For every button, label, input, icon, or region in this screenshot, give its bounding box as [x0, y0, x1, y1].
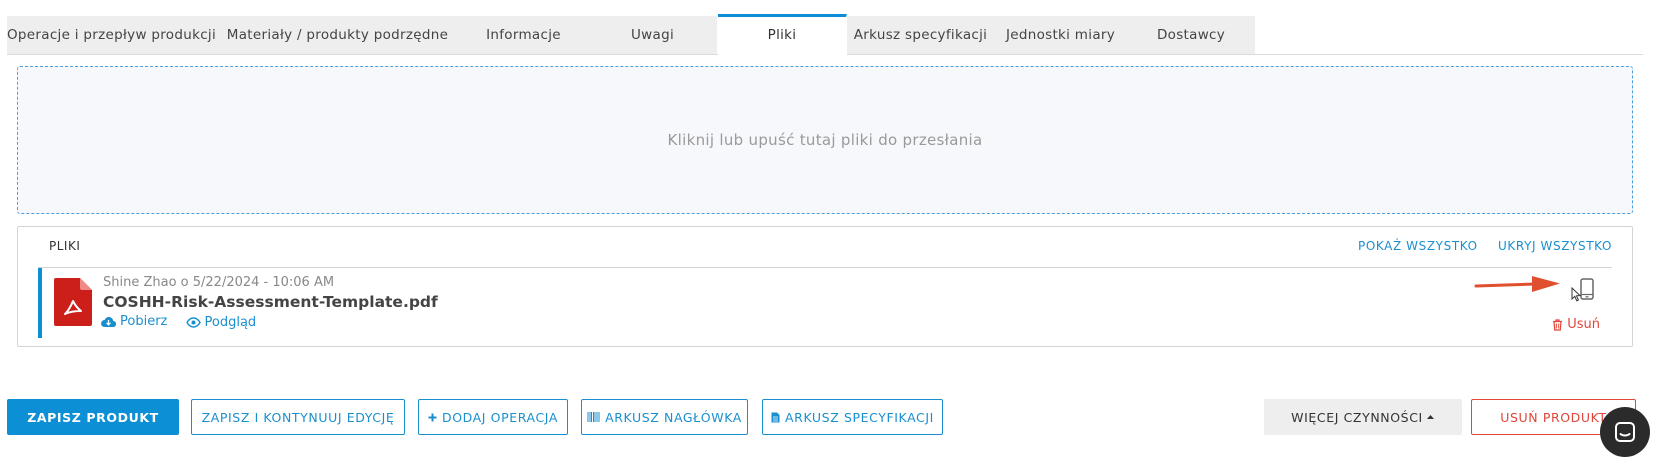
more-actions-label: WIĘCEJ CZYNNOŚCI	[1291, 409, 1423, 425]
file-name: COSHH-Risk-Assessment-Template.pdf	[103, 293, 438, 311]
tab-units[interactable]: Jednostki miary	[994, 16, 1128, 54]
pdf-icon	[54, 278, 92, 326]
chat-launcher-button[interactable]	[1600, 407, 1650, 457]
tab-suppliers[interactable]: Dostawcy	[1127, 16, 1256, 54]
tab-spec-sheet[interactable]: Arkusz specyfikacji	[847, 16, 995, 54]
trash-icon	[1553, 318, 1563, 331]
file-upload-dropzone[interactable]: Kliknij lub upuść tutaj pliki do przesła…	[17, 66, 1633, 214]
file-links: Pobierz Podgląd	[101, 314, 270, 332]
tab-materials[interactable]: Materiały / produkty podrzędne	[216, 16, 460, 54]
header-sheet-label: ARKUSZ NAGŁÓWKA	[605, 409, 742, 425]
preview-label: Podgląd	[204, 314, 257, 330]
save-continue-button[interactable]: ZAPISZ I KONTYNUUJ EDYCJĘ	[191, 399, 405, 435]
show-all-link[interactable]: POKAŻ WSZYSTKO	[1358, 239, 1478, 253]
tab-bar: Operacje i przepływ produkcji Materiały …	[7, 14, 1643, 55]
more-actions-button[interactable]: WIĘCEJ CZYNNOŚCI	[1264, 399, 1462, 435]
delete-file-button[interactable]: Usuń	[1552, 317, 1600, 332]
chat-icon	[1615, 422, 1635, 442]
hide-all-link[interactable]: UKRYJ WSZYSTKO	[1498, 239, 1612, 253]
tab-files[interactable]: Pliki	[718, 14, 847, 55]
save-product-button[interactable]: ZAPISZ PRODUKT	[7, 399, 179, 435]
preview-link[interactable]: Podgląd	[185, 314, 257, 330]
cloud-download-icon	[101, 316, 116, 327]
caret-up-icon	[1426, 415, 1434, 419]
plus-icon	[428, 413, 437, 421]
files-panel: PLIKI POKAŻ WSZYSTKO UKRYJ WSZYSTKO Shin…	[17, 226, 1633, 347]
eye-icon	[185, 316, 201, 328]
annotation-arrow-icon	[1474, 276, 1560, 292]
file-item: Shine Zhao o 5/22/2024 - 10:06 AM COSHH-…	[38, 268, 1612, 338]
file-meta: Shine Zhao o 5/22/2024 - 10:06 AM	[103, 275, 335, 290]
files-header: PLIKI POKAŻ WSZYSTKO UKRYJ WSZYSTKO	[38, 227, 1612, 268]
files-title: PLIKI	[49, 239, 81, 253]
mouse-cursor-icon	[1571, 287, 1581, 302]
spec-sheet-label: ARKUSZ SPECYFIKACJI	[785, 409, 934, 425]
delete-file-label: Usuń	[1567, 317, 1600, 332]
header-sheet-button[interactable]: ARKUSZ NAGŁÓWKA	[581, 399, 748, 435]
barcode-icon	[587, 412, 600, 422]
download-link[interactable]: Pobierz	[101, 314, 167, 329]
add-operation-label: DODAJ OPERACJA	[441, 409, 558, 425]
document-icon	[771, 412, 780, 422]
tab-information[interactable]: Informacje	[459, 16, 589, 54]
tab-notes[interactable]: Uwagi	[588, 16, 718, 54]
dropzone-text: Kliknij lub upuść tutaj pliki do przesła…	[667, 131, 983, 149]
tab-operations[interactable]: Operacje i przepływ produkcji	[7, 16, 217, 54]
download-label: Pobierz	[120, 314, 168, 329]
mobile-device-icon[interactable]	[1580, 278, 1594, 300]
spec-sheet-button[interactable]: ARKUSZ SPECYFIKACJI	[762, 399, 943, 435]
add-operation-button[interactable]: DODAJ OPERACJA	[418, 399, 568, 435]
files-actions: POKAŻ WSZYSTKO UKRYJ WSZYSTKO	[1342, 239, 1612, 253]
